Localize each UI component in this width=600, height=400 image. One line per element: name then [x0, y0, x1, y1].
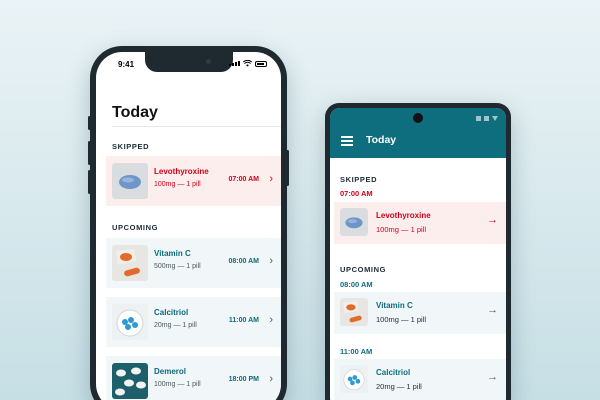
- medication-row-levothyroxine[interactable]: Levothyroxine 100mg — 1 pill 07:00 AM ›: [106, 156, 281, 206]
- orange-capsule-photo-icon: [112, 245, 148, 281]
- medication-time: 11:00 AM: [228, 317, 259, 324]
- iphone-mute-switch: [88, 116, 91, 130]
- ios-status-icons: [229, 60, 267, 67]
- ios-status-time: 9:41: [118, 60, 135, 69]
- signal-icon: [229, 61, 240, 66]
- chevron-right-icon: ›: [269, 314, 273, 326]
- wifi-icon: [492, 116, 498, 121]
- medication-row-vitamin-c[interactable]: Vitamin C 100mg — 1 pill →: [334, 292, 506, 334]
- app-bar: Today: [330, 108, 506, 158]
- medication-dose: 100mg — 1 pill: [154, 181, 201, 188]
- arrow-right-icon: →: [487, 304, 498, 316]
- chevron-right-icon: ›: [269, 373, 273, 385]
- medication-time: 07:00 AM: [228, 176, 259, 183]
- upcoming-section-label: UPCOMING: [112, 223, 159, 232]
- upcoming-time-header: 11:00 AM: [340, 347, 373, 356]
- medication-name: Demerol: [154, 367, 187, 376]
- medication-row-levothyroxine[interactable]: Levothyroxine 100mg — 1 pill →: [334, 202, 506, 244]
- blue-oval-pill-photo-icon: [340, 208, 368, 236]
- iphone-screen: 9:41 Today SKIPPED Levothyroxine 100mg —…: [96, 52, 281, 400]
- battery-icon: [255, 60, 267, 67]
- upcoming-time-header: 08:00 AM: [340, 280, 373, 289]
- page-title: Today: [366, 134, 397, 146]
- medication-name: Calcitriol: [154, 308, 189, 317]
- title-divider: [112, 126, 281, 127]
- chevron-right-icon: ›: [269, 255, 273, 267]
- medication-name: Levothyroxine: [154, 167, 209, 176]
- skipped-section-label: SKIPPED: [112, 142, 150, 151]
- page-title: Today: [112, 104, 158, 121]
- signal-icon: [484, 116, 489, 121]
- medication-time: 18:00 PM: [228, 376, 259, 383]
- ios-status-bar: 9:41: [118, 58, 267, 72]
- medication-dose: 100mg — 1 pill: [376, 315, 427, 324]
- medication-row-calcitriol[interactable]: Calcitriol 20mg — 1 pill 11:00 AM ›: [106, 297, 281, 347]
- medication-name: Vitamin C: [376, 301, 413, 310]
- arrow-right-icon: →: [487, 371, 498, 383]
- medication-dose: 100mg — 1 pill: [154, 381, 201, 388]
- medication-dose: 20mg — 1 pill: [154, 322, 197, 329]
- orange-capsule-photo-icon: [340, 298, 368, 326]
- medication-dose: 500mg — 1 pill: [154, 263, 201, 270]
- upcoming-section-label: UPCOMING: [340, 265, 387, 274]
- blue-oval-pill-photo-icon: [112, 163, 148, 199]
- medication-name: Calcitriol: [376, 368, 411, 377]
- medication-row-demerol[interactable]: Demerol 100mg — 1 pill 18:00 PM ›: [106, 356, 281, 400]
- iphone-volume-down: [88, 170, 91, 194]
- medication-time: 08:00 AM: [228, 258, 259, 265]
- white-pills-photo-icon: [112, 363, 148, 399]
- blue-pills-jar-photo-icon: [340, 365, 368, 393]
- menu-icon[interactable]: [341, 136, 353, 148]
- notification-icon: [476, 116, 481, 121]
- medication-row-calcitriol[interactable]: Calcitriol 20mg — 1 pill →: [334, 359, 506, 400]
- medication-name: Vitamin C: [154, 249, 191, 258]
- medication-name: Levothyroxine: [376, 211, 431, 220]
- android-status-icons: [476, 116, 498, 121]
- iphone-device: 9:41 Today SKIPPED Levothyroxine 100mg —…: [88, 46, 289, 400]
- front-camera-icon: [413, 113, 423, 123]
- skipped-time-header: 07:00 AM: [340, 189, 373, 198]
- skipped-section-label: SKIPPED: [340, 175, 378, 184]
- medication-dose: 20mg — 1 pill: [376, 382, 422, 391]
- medication-dose: 100mg — 1 pill: [376, 225, 427, 234]
- android-screen: Today SKIPPED 07:00 AM Levothyroxine 100…: [330, 108, 506, 400]
- iphone-volume-up: [88, 141, 91, 165]
- iphone-power-button: [286, 150, 289, 186]
- chevron-right-icon: ›: [269, 173, 273, 185]
- wifi-icon: [243, 60, 252, 67]
- arrow-right-icon: →: [487, 214, 498, 226]
- android-device: Today SKIPPED 07:00 AM Levothyroxine 100…: [325, 103, 511, 400]
- blue-pills-jar-photo-icon: [112, 304, 148, 340]
- medication-row-vitamin-c[interactable]: Vitamin C 500mg — 1 pill 08:00 AM ›: [106, 238, 281, 288]
